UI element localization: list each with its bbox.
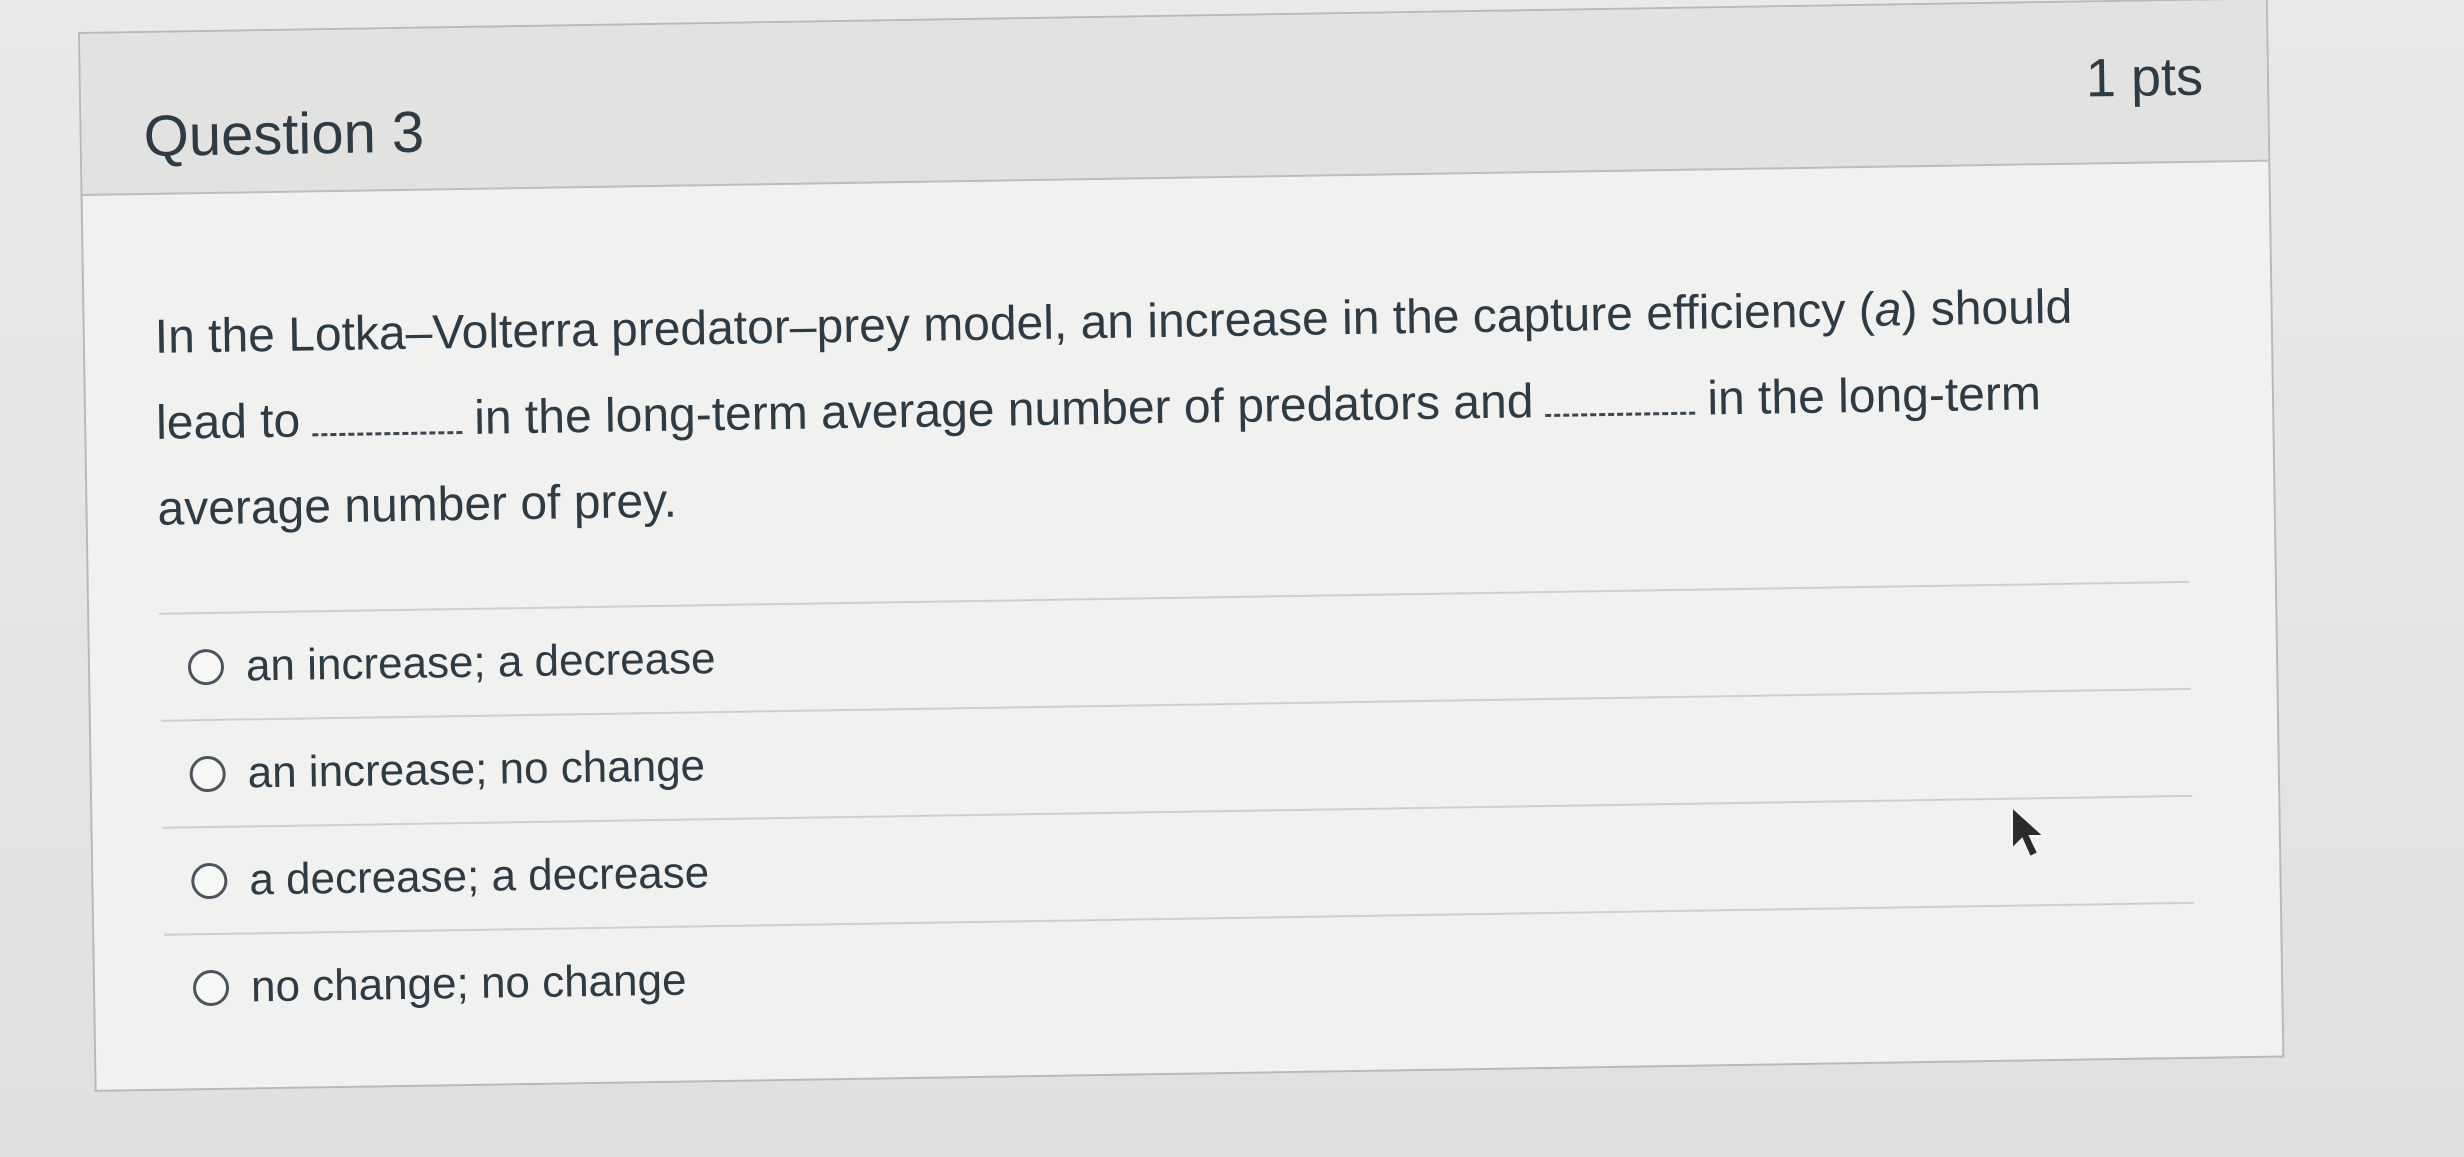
answer-list: an increase; a decrease an increase; no …: [159, 582, 2195, 1041]
radio-button-icon[interactable]: [191, 862, 228, 899]
question-points: 1 pts: [2085, 46, 2204, 109]
question-text: In the Lotka–Volterra predator–prey mode…: [154, 263, 2168, 553]
arrow-pointer-icon: [2011, 805, 2047, 859]
question-card: Question 3 1 pts In the Lotka–Volterra p…: [78, 0, 2285, 1092]
question-body: In the Lotka–Volterra predator–prey mode…: [83, 162, 2282, 1042]
blank-2: [1545, 393, 1696, 417]
radio-button-icon[interactable]: [192, 969, 230, 1006]
answer-label: an increase; no change: [247, 740, 706, 797]
radio-button-icon[interactable]: [187, 648, 225, 685]
answer-label: a decrease; a decrease: [248, 847, 710, 904]
answer-label: no change; no change: [250, 955, 687, 1011]
question-title: Question 3: [143, 99, 425, 169]
question-variable: a: [1874, 283, 1902, 337]
radio-button-icon[interactable]: [189, 755, 226, 792]
answer-label: an increase; a decrease: [245, 633, 716, 690]
question-text-part1: In the Lotka–Volterra predator–prey mode…: [154, 283, 1876, 364]
blank-1: [312, 413, 463, 437]
question-text-part3: in the long-term average number of preda…: [473, 375, 1534, 445]
screen: Question 3 1 pts In the Lotka–Volterra p…: [0, 0, 2464, 1157]
